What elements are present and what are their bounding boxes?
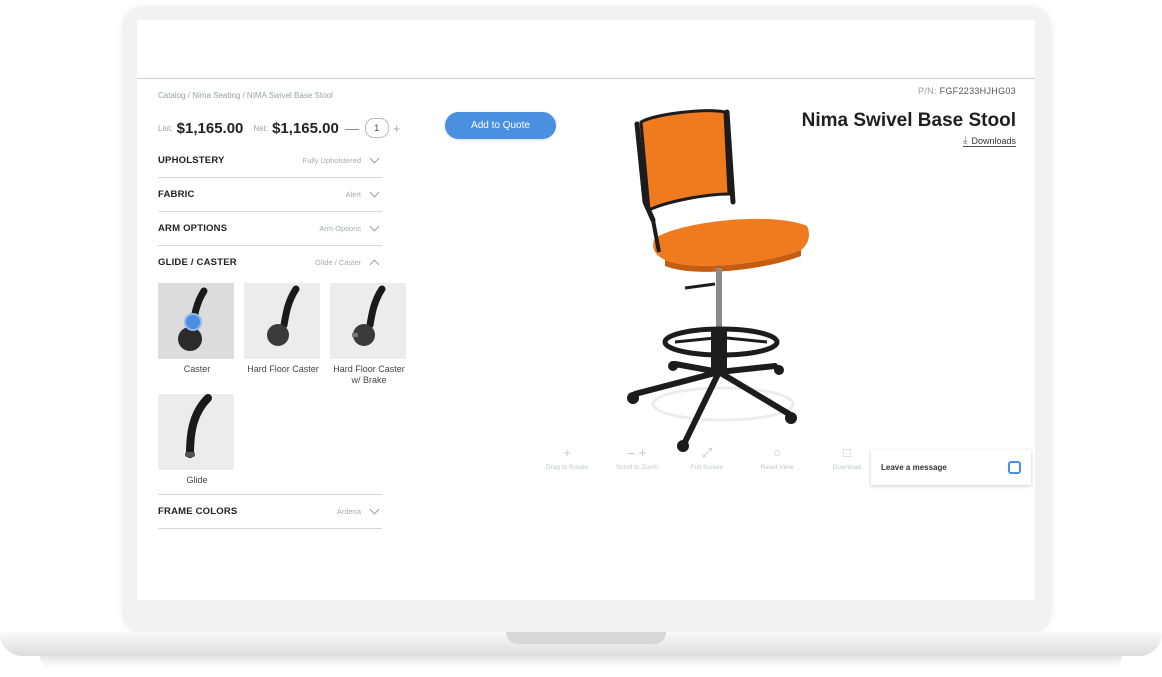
leave-message-widget[interactable]: Leave a message bbox=[871, 450, 1031, 485]
part-number-value: FGF2233HJHG03 bbox=[939, 86, 1016, 96]
rotate-icon: + bbox=[563, 445, 571, 460]
caster-thumbnail bbox=[158, 283, 234, 359]
scroll-to-zoom-button[interactable]: – + Scroll to Zoom bbox=[602, 445, 672, 471]
option-arm-options[interactable]: ARM OPTIONS Arm Options bbox=[158, 212, 382, 246]
zoom-icon: – + bbox=[627, 445, 647, 460]
downloads-label: Downloads bbox=[971, 135, 1016, 146]
caster-choice-hard-floor[interactable]: Hard Floor Caster bbox=[244, 283, 322, 386]
caster-label: Caster bbox=[183, 364, 211, 374]
option-value: Alert bbox=[345, 190, 361, 199]
chevron-down-icon bbox=[369, 221, 380, 232]
tool-label: Full Screen bbox=[690, 464, 724, 471]
tool-label: Drag to Rotate bbox=[545, 464, 589, 471]
chevron-down-icon bbox=[369, 153, 380, 164]
option-glide-caster[interactable]: GLIDE / CASTER Glide / Caster bbox=[158, 246, 382, 279]
caster-choice-caster[interactable]: Caster bbox=[158, 283, 236, 386]
selected-indicator bbox=[184, 313, 202, 331]
part-number: P/N: FGF2233HJHG03 bbox=[918, 86, 1016, 96]
chair-backrest bbox=[639, 109, 731, 213]
caster-label: Hard Floor Caster bbox=[247, 364, 319, 374]
chat-icon bbox=[1008, 461, 1021, 474]
tool-label: Scroll to Zoom bbox=[616, 464, 658, 471]
caster-choices: Caster Hard Floor Caster Hard Floor Cast… bbox=[158, 279, 418, 494]
option-name: ARM OPTIONS bbox=[158, 223, 228, 234]
add-to-quote-button[interactable]: Add to Quote bbox=[445, 112, 556, 139]
caster-choice-glide[interactable]: Glide bbox=[158, 394, 236, 486]
glide-icon bbox=[185, 394, 212, 458]
option-name: FABRIC bbox=[158, 189, 195, 200]
hard-floor-caster-icon bbox=[267, 285, 300, 346]
option-value: Fully Upholstered bbox=[302, 156, 361, 165]
quantity-input[interactable]: 1 bbox=[364, 118, 389, 138]
option-value: Glide / Caster bbox=[315, 258, 361, 267]
caster-thumbnail bbox=[158, 394, 234, 470]
chevron-down-icon bbox=[369, 187, 380, 198]
net-price-label: Net: bbox=[253, 123, 269, 133]
download-icon: ⤓ bbox=[963, 135, 968, 146]
product-3d-viewer[interactable] bbox=[615, 102, 843, 462]
option-value: Ardena bbox=[336, 507, 361, 516]
options-panel: UPHOLSTERY Fully Upholstered FABRIC Aler… bbox=[158, 144, 406, 529]
net-price: $1,165.00 bbox=[272, 119, 339, 137]
option-name: GLIDE / CASTER bbox=[158, 257, 237, 268]
top-divider bbox=[137, 78, 1035, 79]
option-frame-colors[interactable]: FRAME COLORS Ardena bbox=[158, 494, 382, 529]
option-upholstery[interactable]: UPHOLSTERY Fully Upholstered bbox=[158, 144, 382, 178]
laptop-notch bbox=[506, 632, 666, 644]
caster-label: Glide bbox=[186, 475, 208, 485]
downloads-link[interactable]: ⤓ Downloads bbox=[963, 135, 1016, 147]
caster-label: Hard Floor Caster w/ Brake bbox=[333, 364, 405, 385]
laptop-shadow bbox=[40, 656, 1122, 668]
viewer-toolbar: + Drag to Rotate – + Scroll to Zoom ⤢ Fu… bbox=[532, 445, 882, 471]
fullscreen-icon: ⤢ bbox=[701, 445, 713, 460]
part-number-label: P/N: bbox=[918, 86, 937, 96]
hard-floor-caster-brake-icon bbox=[352, 285, 386, 346]
screen: Catalog / Nima Seating / NIMA Swivel Bas… bbox=[137, 20, 1035, 600]
caster-choice-hard-floor-brake[interactable]: Hard Floor Caster w/ Brake bbox=[330, 283, 408, 386]
quantity-increment-button[interactable]: + bbox=[393, 121, 401, 136]
full-screen-button[interactable]: ⤢ Full Screen bbox=[672, 445, 742, 471]
option-fabric[interactable]: FABRIC Alert bbox=[158, 178, 382, 212]
tool-label: Reset View bbox=[760, 464, 794, 471]
caster-thumbnail bbox=[330, 283, 406, 359]
price-bar: List: $1,165.00 Net: $1,165.00 — 1 + bbox=[158, 118, 400, 138]
option-name: FRAME COLORS bbox=[158, 506, 238, 517]
list-price-label: List: bbox=[158, 123, 173, 133]
option-name: UPHOLSTERY bbox=[158, 155, 225, 166]
drag-to-rotate-button[interactable]: + Drag to Rotate bbox=[532, 445, 602, 471]
chevron-up-icon bbox=[369, 259, 380, 269]
reset-view-icon: ○ bbox=[773, 445, 781, 460]
reset-view-button[interactable]: ○ Reset View bbox=[742, 445, 812, 471]
quantity-decrement-button[interactable]: — bbox=[345, 120, 359, 136]
option-value: Arm Options bbox=[319, 224, 361, 233]
breadcrumb[interactable]: Catalog / Nima Seating / NIMA Swivel Bas… bbox=[158, 91, 333, 100]
chevron-down-icon bbox=[369, 504, 380, 515]
leave-message-label: Leave a message bbox=[881, 463, 947, 472]
caster-thumbnail bbox=[244, 283, 320, 359]
list-price: $1,165.00 bbox=[176, 119, 244, 137]
